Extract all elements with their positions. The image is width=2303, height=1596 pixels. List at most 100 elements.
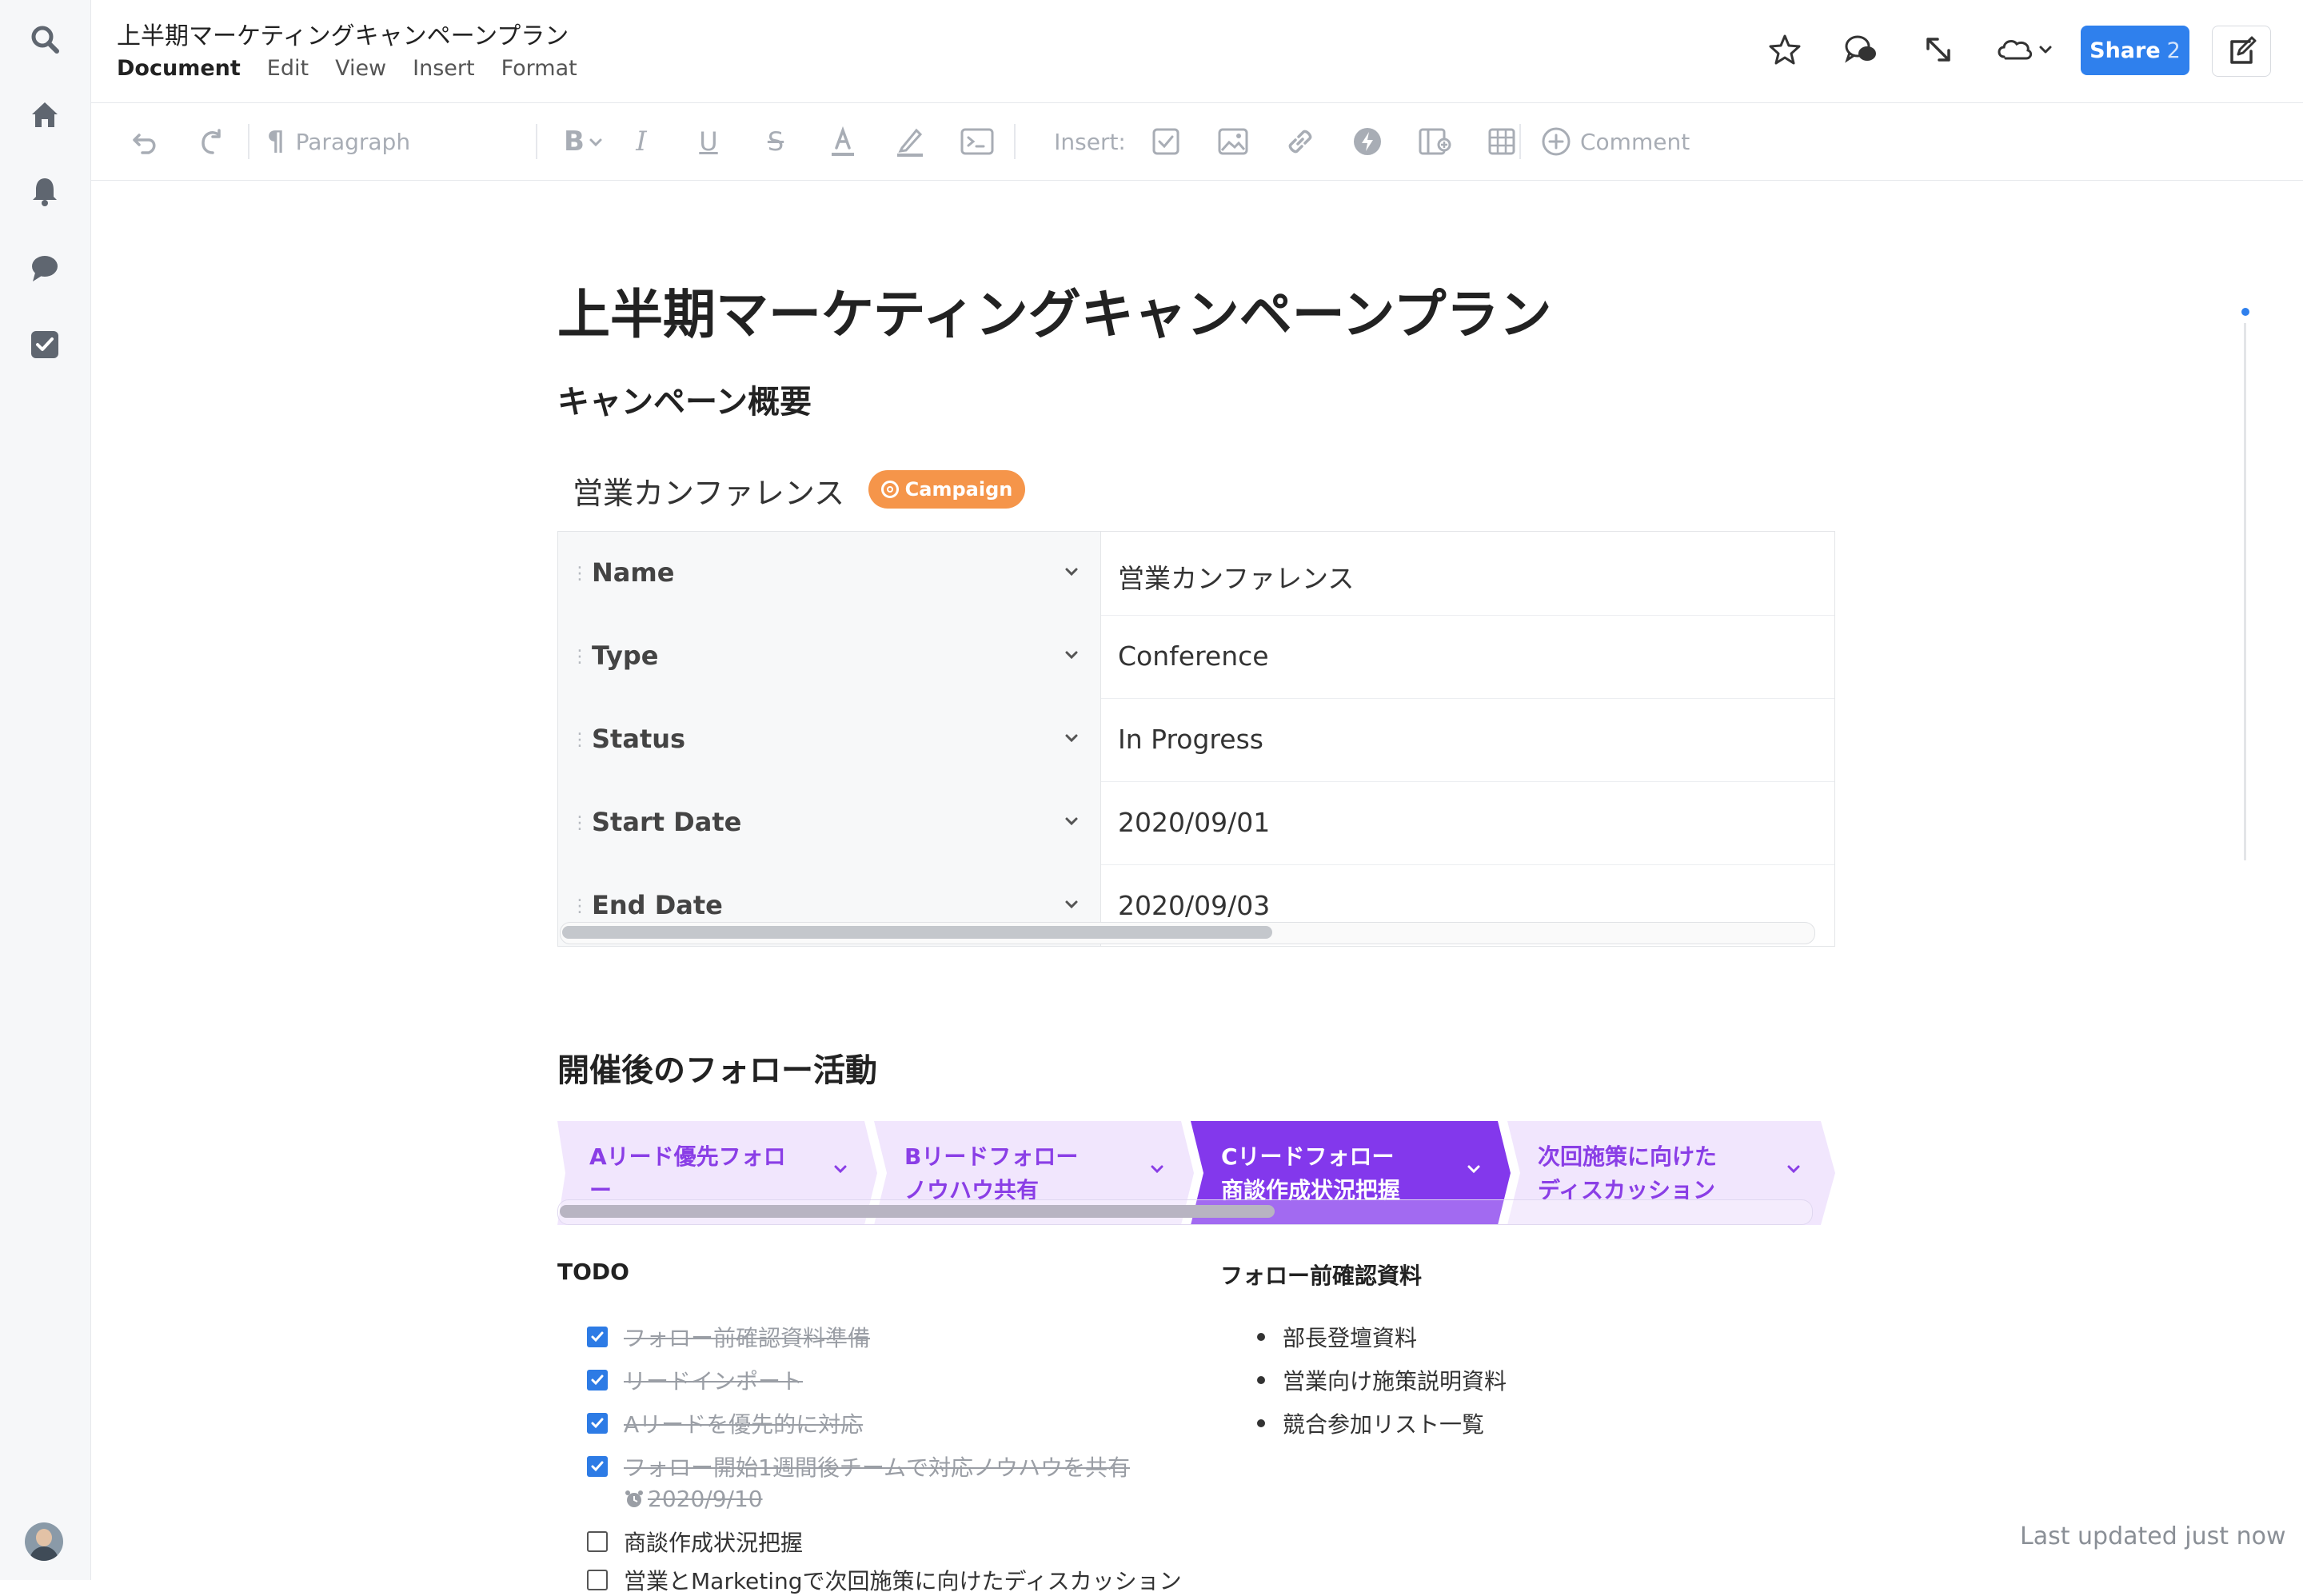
bold-icon[interactable]: B	[555, 122, 593, 161]
chevron-down-icon[interactable]	[1062, 812, 1081, 831]
scrollbar-thumb[interactable]	[560, 1205, 1275, 1218]
highlight-icon[interactable]	[891, 122, 929, 161]
flow-scrollbar[interactable]	[557, 1199, 1813, 1225]
italic-icon[interactable]: I	[622, 122, 661, 161]
bell-icon[interactable]	[26, 173, 63, 209]
undo-icon[interactable]	[126, 122, 165, 161]
checkbox-checked[interactable]	[587, 1456, 608, 1477]
compose-button[interactable]	[2212, 26, 2271, 77]
document-title[interactable]: 上半期マーケティングキャンペーンプラン	[117, 16, 569, 51]
todo-text[interactable]: Aリードを優先的に対応	[624, 1407, 863, 1439]
todo-item: 営業とMarketingで次回施策に向けたディスカッション	[587, 1564, 1182, 1596]
checkbox-unchecked[interactable]	[587, 1570, 608, 1590]
chevron-down-icon[interactable]	[1062, 562, 1081, 581]
checkbox-checked[interactable]	[587, 1413, 608, 1434]
compose-icon	[2230, 36, 2257, 64]
horizontal-scrollbar[interactable]	[560, 922, 1815, 944]
strikethrough-icon[interactable]: S	[756, 122, 795, 161]
drag-handle-icon[interactable]: ⋮	[571, 564, 589, 584]
property-row: ⋮ Type Conference	[558, 615, 1834, 699]
todo-text[interactable]: 商談作成状況把握	[624, 1526, 803, 1558]
property-label: Status	[592, 724, 686, 754]
chevron-down-icon[interactable]	[1464, 1159, 1483, 1179]
drag-handle-icon[interactable]: ⋮	[571, 647, 589, 667]
menu-insert[interactable]: Insert	[413, 56, 474, 81]
expand-icon[interactable]	[1918, 29, 1959, 70]
tasks-icon[interactable]	[26, 326, 63, 363]
chevron-down-icon[interactable]	[1148, 1159, 1167, 1179]
toolbar: ¶ Paragraph B I U S Insert: Comment	[91, 103, 2303, 181]
chevron-down-icon[interactable]	[1062, 645, 1081, 664]
menu-document[interactable]: Document	[117, 56, 241, 81]
automation-icon[interactable]	[1348, 122, 1387, 161]
checkbox-checked[interactable]	[587, 1327, 608, 1347]
code-block-icon[interactable]	[958, 122, 996, 161]
comment-button[interactable]: Comment	[1540, 122, 1716, 161]
todo-title[interactable]: TODO	[557, 1259, 629, 1285]
property-key[interactable]: ⋮ Status	[558, 698, 1101, 781]
menu-edit[interactable]: Edit	[267, 56, 309, 81]
menu-view[interactable]: View	[335, 56, 386, 81]
cloud-sync-icon[interactable]	[1994, 29, 2058, 70]
property-key[interactable]: ⋮ Start Date	[558, 781, 1101, 864]
outline-scroll-marker[interactable]	[2241, 308, 2249, 316]
chat-icon[interactable]	[26, 249, 63, 286]
outline-scroll-track[interactable]	[2244, 323, 2246, 860]
property-key[interactable]: ⋮ Name	[558, 532, 1101, 615]
record-card-title[interactable]: 営業カンファレンス	[573, 469, 844, 513]
menu-format[interactable]: Format	[501, 56, 577, 81]
chevron-down-icon[interactable]	[1784, 1159, 1803, 1179]
table-icon[interactable]	[1483, 122, 1521, 161]
todo-text[interactable]: リードインポート	[624, 1364, 803, 1396]
property-value[interactable]: 2020/09/01	[1118, 807, 1270, 838]
home-icon[interactable]	[26, 96, 63, 133]
image-insert-icon[interactable]	[1214, 122, 1252, 161]
todo-text[interactable]: 営業とMarketingで次回施策に向けたディスカッション	[624, 1564, 1182, 1596]
chevron-down-icon[interactable]	[831, 1159, 850, 1179]
embed-icon[interactable]	[1415, 122, 1454, 161]
chevron-down-icon[interactable]	[1062, 728, 1081, 748]
link-icon[interactable]	[1281, 122, 1319, 161]
list-item-text[interactable]: 営業向け施策説明資料	[1283, 1364, 1507, 1396]
campaign-badge[interactable]: Campaign	[868, 470, 1025, 509]
property-row: ⋮ Status In Progress	[558, 698, 1834, 782]
star-icon[interactable]	[1764, 29, 1806, 70]
avatar[interactable]	[25, 1522, 63, 1561]
drag-handle-icon[interactable]: ⋮	[571, 730, 589, 750]
share-button[interactable]: Share 2	[2081, 26, 2189, 75]
property-value[interactable]: In Progress	[1118, 724, 1263, 755]
toolbar-divider	[248, 124, 249, 159]
chevron-down-icon[interactable]	[1062, 895, 1081, 914]
list-item-text[interactable]: 部長登壇資料	[1283, 1321, 1417, 1353]
property-value[interactable]: 2020/09/03	[1118, 890, 1270, 921]
list-item: 営業向け施策説明資料	[1257, 1364, 1507, 1396]
underline-icon[interactable]: U	[689, 122, 728, 161]
scrollbar-thumb[interactable]	[562, 926, 1272, 939]
checkbox-unchecked[interactable]	[587, 1531, 608, 1552]
add-comment-icon	[1542, 127, 1571, 156]
property-label: Type	[592, 640, 659, 671]
checkbox-checked[interactable]	[587, 1370, 608, 1391]
drag-handle-icon[interactable]: ⋮	[571, 896, 589, 916]
todo-text[interactable]: フォロー開始1週間後チームで対応ノウハウを共有	[624, 1450, 1130, 1482]
search-icon[interactable]	[26, 21, 63, 58]
property-value[interactable]: 営業カンファレンス	[1118, 557, 1354, 596]
section-heading-followup[interactable]: 開催後のフォロー活動	[557, 1044, 877, 1091]
property-value[interactable]: Conference	[1118, 640, 1269, 672]
text-color-icon[interactable]	[824, 122, 862, 161]
step-label-line1: Bリードフォロー	[904, 1143, 1079, 1170]
insert-label-text: Insert:	[1054, 128, 1126, 155]
redo-icon[interactable]	[194, 122, 232, 161]
document-heading[interactable]: 上半期マーケティングキャンペーンプラン	[557, 272, 1551, 349]
toolbar-divider	[1519, 124, 1521, 159]
checkbox-insert-icon[interactable]	[1147, 122, 1185, 161]
drag-handle-icon[interactable]: ⋮	[571, 813, 589, 833]
due-date[interactable]: 2020/9/10	[624, 1486, 763, 1512]
conversation-icon[interactable]	[1841, 29, 1882, 70]
todo-text[interactable]: フォロー前確認資料準備	[624, 1321, 870, 1353]
property-key[interactable]: ⋮ Type	[558, 615, 1101, 698]
property-label: Start Date	[592, 807, 742, 837]
list-item-text[interactable]: 競合参加リスト一覧	[1283, 1407, 1484, 1439]
section-heading-overview[interactable]: キャンペーン概要	[557, 376, 812, 422]
docs-title[interactable]: フォロー前確認資料	[1220, 1259, 1422, 1291]
